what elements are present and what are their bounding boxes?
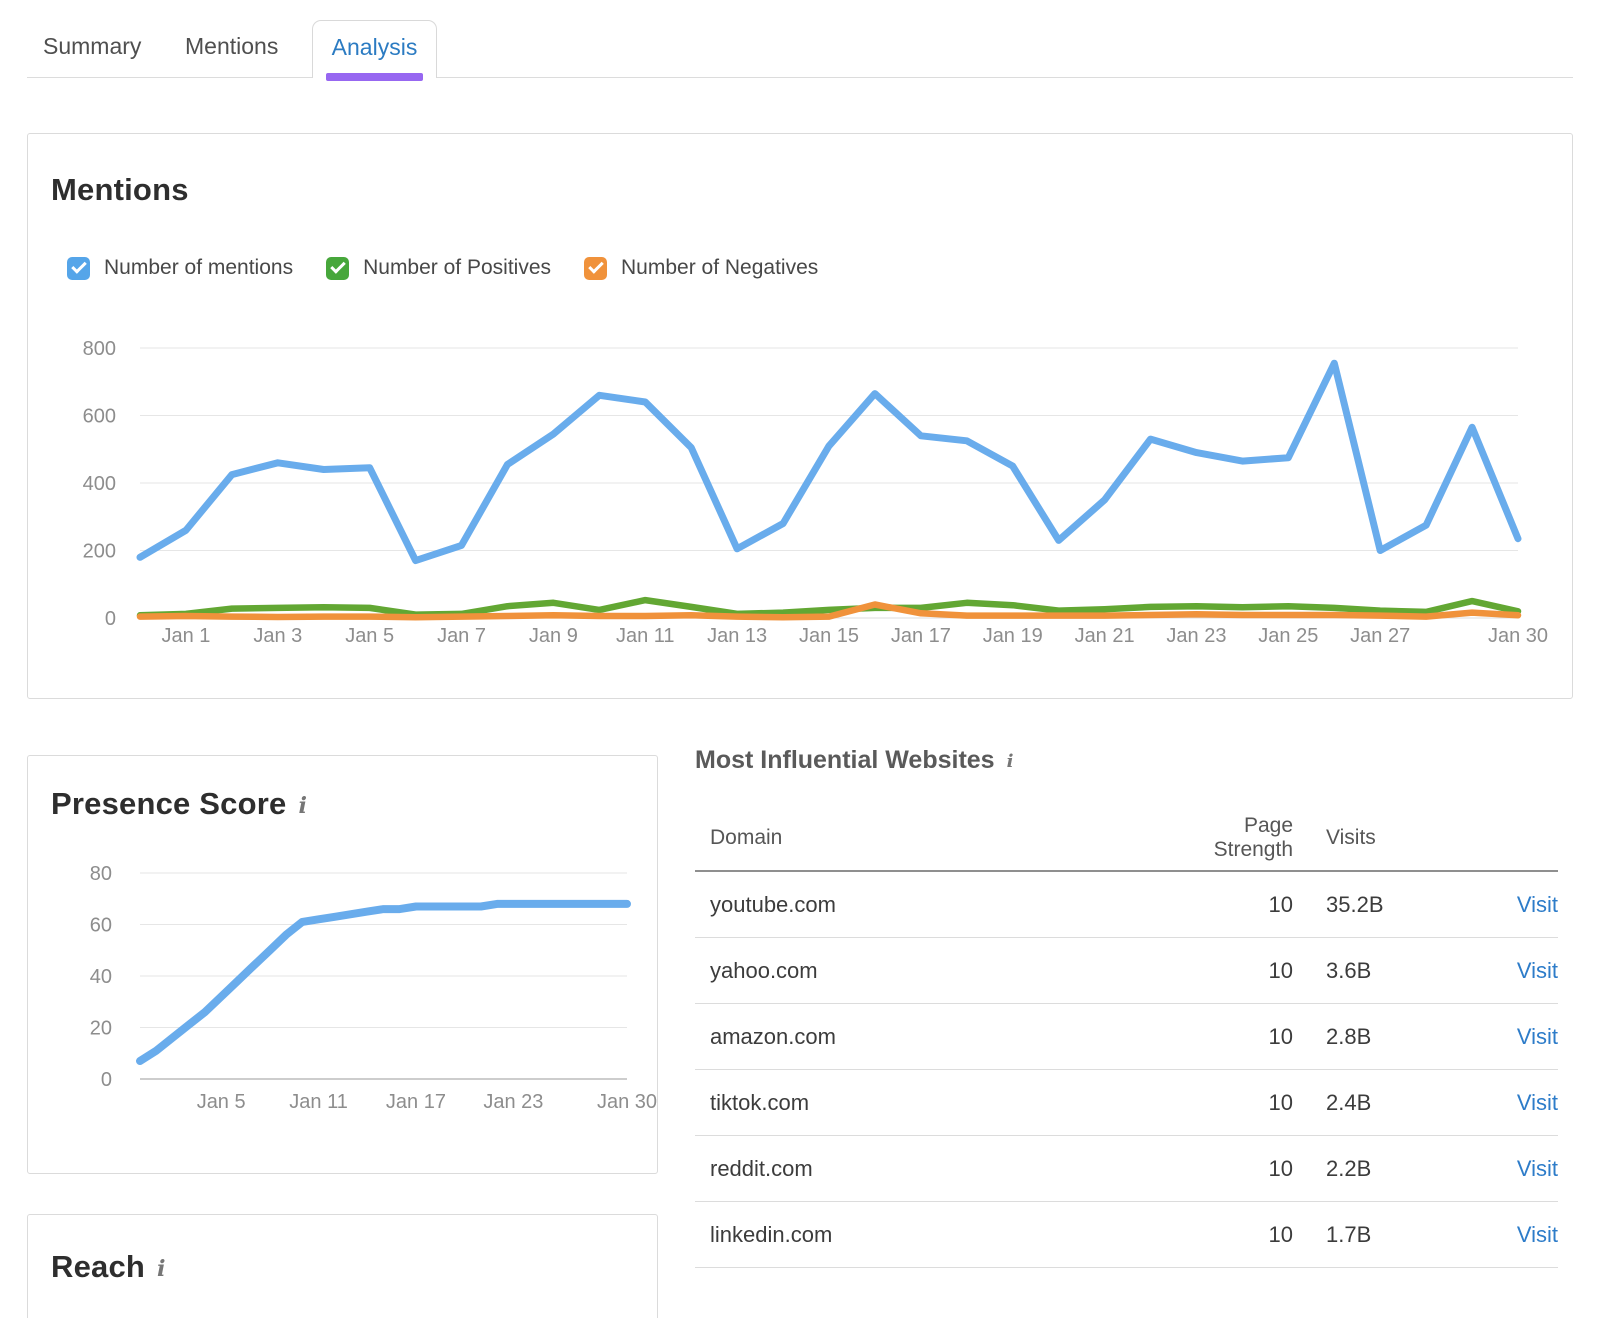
svg-text:600: 600 [83,406,116,428]
websites-title-text: Most Influential Websites [695,746,995,774]
svg-text:Jan 11: Jan 11 [289,1091,348,1113]
column-header-visits: Visits [1293,826,1468,850]
visit-link[interactable]: Visit [1517,1156,1558,1181]
tab-mentions[interactable]: Mentions [185,33,278,60]
tab-bar-divider [27,77,1573,78]
svg-text:0: 0 [101,1069,112,1091]
active-tab-underline [326,73,423,81]
visits-cell: 1.7B [1293,1222,1468,1248]
table-row: amazon.com 10 2.8B Visit [695,1004,1558,1070]
page-strength-cell: 10 [1173,892,1293,918]
svg-text:Jan 21: Jan 21 [1075,625,1135,647]
svg-text:Jan 7: Jan 7 [437,625,486,647]
svg-text:Jan 19: Jan 19 [983,625,1043,647]
visit-link[interactable]: Visit [1517,1024,1558,1049]
column-header-page-strength: Page Strength [1173,814,1293,862]
svg-text:Jan 1: Jan 1 [161,625,210,647]
websites-table-header: Domain Page Strength Visits [695,806,1558,872]
svg-text:Jan 5: Jan 5 [197,1091,246,1113]
domain-cell: linkedin.com [695,1222,1173,1248]
svg-text:40: 40 [90,966,112,988]
reach-title-text: Reach [51,1249,145,1284]
svg-text:0: 0 [105,608,116,630]
domain-cell: reddit.com [695,1156,1173,1182]
tab-analysis[interactable]: Analysis [312,20,437,78]
table-row: tiktok.com 10 2.4B Visit [695,1070,1558,1136]
svg-text:Jan 23: Jan 23 [1166,625,1226,647]
visits-cell: 3.6B [1293,958,1468,984]
reach-title: Reachi [51,1249,166,1285]
page-strength-cell: 10 [1173,1024,1293,1050]
svg-text:Jan 3: Jan 3 [253,625,302,647]
visits-cell: 2.4B [1293,1090,1468,1116]
table-row: linkedin.com 10 1.7B Visit [695,1202,1558,1268]
info-icon[interactable]: i [157,1256,166,1282]
svg-text:Jan 9: Jan 9 [529,625,578,647]
reach-panel: Reachi [27,1214,658,1318]
websites-title: Most Influential Websites i [695,746,1013,775]
page-strength-cell: 10 [1173,1156,1293,1182]
svg-text:20: 20 [90,1018,112,1040]
svg-text:60: 60 [90,915,112,937]
domain-cell: amazon.com [695,1024,1173,1050]
domain-cell: youtube.com [695,892,1173,918]
visits-cell: 35.2B [1293,892,1468,918]
visit-link[interactable]: Visit [1517,1090,1558,1115]
presence-score-chart: 0 20 40 60 80 Jan 5 Jan 11 Jan 17 Jan 23 Jan 30 [28,756,657,1173]
page-strength-cell: 10 [1173,1090,1293,1116]
svg-text:Jan 25: Jan 25 [1258,625,1318,647]
svg-text:400: 400 [83,473,116,495]
domain-cell: tiktok.com [695,1090,1173,1116]
visit-link[interactable]: Visit [1517,958,1558,983]
svg-text:Jan 13: Jan 13 [707,625,767,647]
websites-table: Domain Page Strength Visits youtube.com … [695,806,1558,1268]
tab-analysis-label: Analysis [332,34,418,78]
visit-link[interactable]: Visit [1517,1222,1558,1247]
svg-text:Jan 17: Jan 17 [386,1091,446,1113]
svg-text:Jan 11: Jan 11 [616,625,675,647]
svg-text:Jan 27: Jan 27 [1350,625,1410,647]
svg-text:Jan 5: Jan 5 [345,625,394,647]
table-row: reddit.com 10 2.2B Visit [695,1136,1558,1202]
page-strength-cell: 10 [1173,958,1293,984]
table-row: yahoo.com 10 3.6B Visit [695,938,1558,1004]
mentions-panel: Mentions Number of mentions Number of Po… [27,133,1573,699]
svg-text:Jan 15: Jan 15 [799,625,859,647]
analysis-page: Summary Mentions Analysis Mentions Numbe… [0,0,1600,1318]
svg-text:Jan 23: Jan 23 [483,1091,543,1113]
svg-text:800: 800 [83,338,116,360]
visits-cell: 2.8B [1293,1024,1468,1050]
column-header-domain: Domain [695,826,1173,850]
svg-text:200: 200 [83,541,116,563]
info-icon[interactable]: i [1007,751,1014,772]
mentions-chart: 0 200 400 600 800 Jan 1 Jan 3 Jan 5 Jan 7 Jan 9 Ja… [28,134,1572,698]
presence-score-panel: Presence Scorei 020406080Jan 5Jan 11Jan … [27,755,658,1174]
visit-link[interactable]: Visit [1517,892,1558,917]
svg-text:Jan 17: Jan 17 [891,625,951,647]
page-strength-cell: 10 [1173,1222,1293,1248]
tab-summary[interactable]: Summary [43,33,141,60]
svg-text:80: 80 [90,863,112,885]
domain-cell: yahoo.com [695,958,1173,984]
svg-text:Jan 30: Jan 30 [1488,625,1548,647]
svg-text:Jan 30: Jan 30 [597,1091,657,1113]
table-row: youtube.com 10 35.2B Visit [695,872,1558,938]
visits-cell: 2.2B [1293,1156,1468,1182]
